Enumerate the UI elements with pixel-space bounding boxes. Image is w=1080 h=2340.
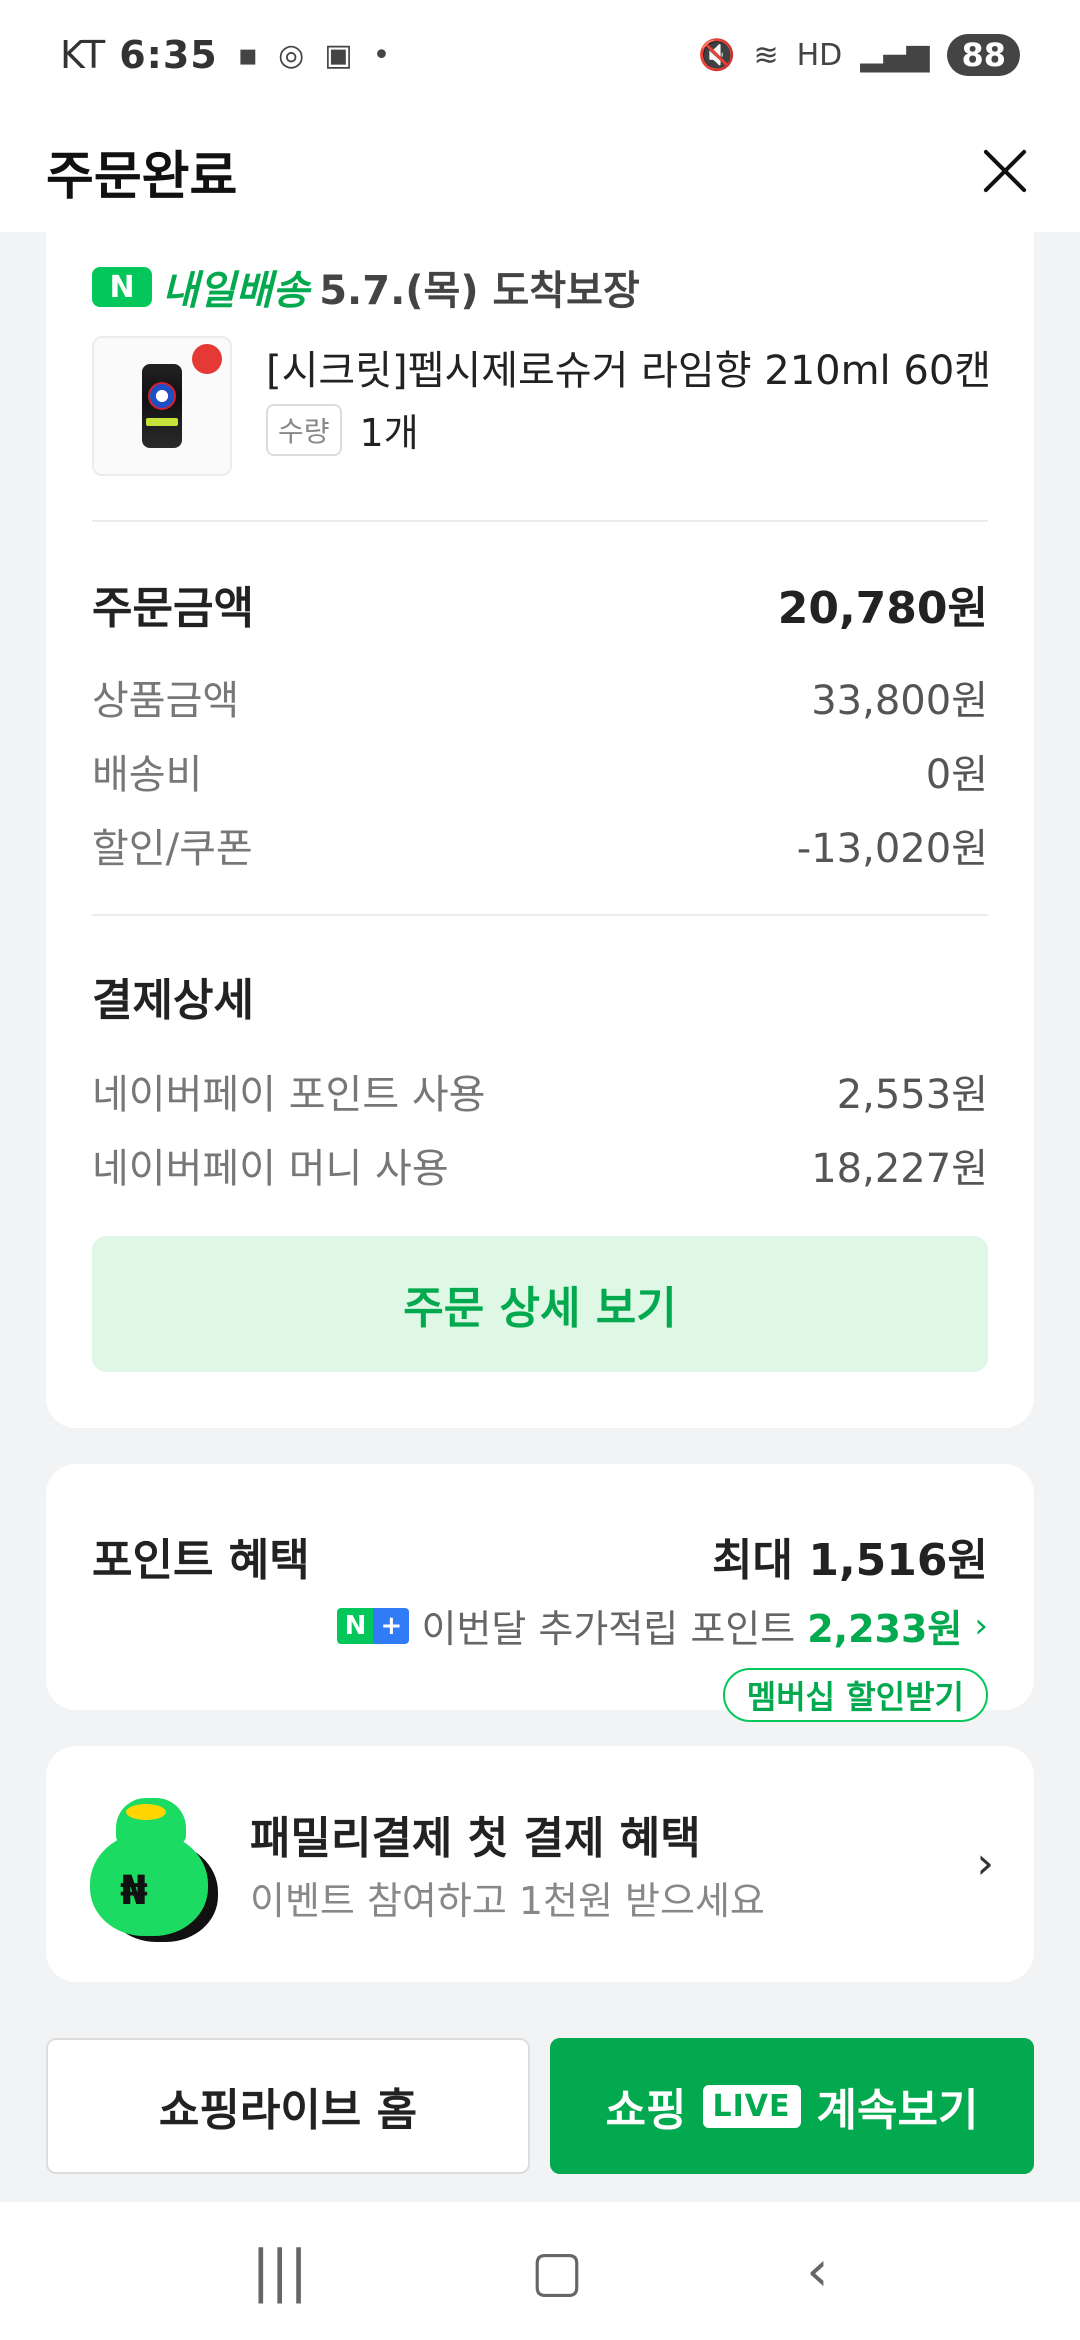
dot-icon: • <box>372 37 391 73</box>
status-left: KT 6:35 ▪ ◎ ▣ • <box>60 33 390 77</box>
membership-discount-button[interactable]: 멤버십 할인받기 <box>722 1668 988 1722</box>
close-button[interactable] <box>974 141 1034 201</box>
money-bag-icon: ₦ <box>90 1798 220 1936</box>
quantity-label: 수량 <box>266 403 342 456</box>
hd-icon: HD <box>796 37 843 73</box>
price-row-discount: 할인/쿠폰 -13,020원 <box>92 816 988 874</box>
payment-row-label: 네이버페이 포인트 사용 <box>92 1072 486 1118</box>
extra-points-label: 이번달 추가적립 포인트 <box>421 1607 796 1651</box>
page-title: 주문완료 <box>46 146 238 207</box>
chevron-right-icon: › <box>974 1605 988 1646</box>
product-thumbnail[interactable] <box>92 336 232 476</box>
app-notification-icon: ▣ <box>324 37 353 73</box>
delivery-truck-icon: N <box>92 267 152 307</box>
family-banner-subtitle: 이벤트 참여하고 1천원 받으세요 <box>250 1879 765 1923</box>
battery-indicator: 88 <box>947 34 1020 76</box>
recent-apps-icon[interactable]: ||| <box>251 2239 308 2304</box>
product-item[interactable]: [시크릿]펩시제로슈거 라임향 210ml 60캔 수량 1개 <box>92 336 992 476</box>
order-amount-row: 주문금액 20,780원 <box>92 572 988 636</box>
continue-live-button[interactable]: 쇼핑 LIVE 계속보기 <box>550 2038 1034 2174</box>
clock-time: 6:35 <box>119 33 218 77</box>
price-row-label: 배송비 <box>92 752 203 798</box>
extra-points-link[interactable]: N + 이번달 추가적립 포인트 2,233원 › <box>337 1598 988 1653</box>
money-bag-body <box>90 1832 208 1936</box>
secret-tag-icon <box>192 344 222 374</box>
delivery-date: 5.7.(목) 도착보장 <box>319 268 640 314</box>
delivery-label: 내일배송 <box>162 268 310 314</box>
naver-plus-icon: ▪ <box>237 37 259 73</box>
order-detail-button[interactable]: 주문 상세 보기 <box>92 1236 988 1372</box>
extra-points-amount: 2,233원 <box>807 1607 963 1651</box>
price-row-label: 상품금액 <box>92 678 240 724</box>
family-payment-banner[interactable]: ₦ 패밀리결제 첫 결제 혜택 이벤트 참여하고 1천원 받으세요 › <box>46 1746 1034 1982</box>
payment-row-value: 18,227원 <box>811 1146 988 1192</box>
family-banner-title: 패밀리결제 첫 결제 혜택 <box>250 1813 701 1864</box>
divider <box>92 914 988 916</box>
won-symbol-icon: ₦ <box>120 1868 148 1914</box>
live-prefix: 쇼핑 <box>605 2085 687 2136</box>
price-row-product: 상품금액 33,800원 <box>92 668 988 726</box>
carrier-label: KT <box>60 33 106 77</box>
payment-row-points: 네이버페이 포인트 사용 2,553원 <box>92 1062 988 1120</box>
points-title: 포인트 혜택 <box>92 1535 310 1586</box>
price-row-value: 33,800원 <box>811 678 988 724</box>
points-max-value: 최대 1,516원 <box>712 1535 988 1586</box>
live-suffix: 계속보기 <box>816 2085 979 2136</box>
payment-row-value: 2,553원 <box>836 1072 988 1118</box>
live-badge-icon: LIVE <box>702 2084 801 2128</box>
mute-icon: 🔇 <box>698 37 736 73</box>
home-icon[interactable]: ▢ <box>531 2239 584 2304</box>
quantity-row: 수량 1개 <box>266 402 419 457</box>
plus-icon: + <box>373 1607 410 1644</box>
payment-detail-header: 결제상세 <box>92 964 988 1028</box>
pepsi-can-image <box>142 364 182 448</box>
payment-row-label: 네이버페이 머니 사용 <box>92 1146 449 1192</box>
points-benefit-card: 포인트 혜택 최대 1,516원 N + 이번달 추가적립 포인트 2,233원… <box>46 1464 1034 1722</box>
back-icon[interactable]: ‹ <box>806 2239 828 2304</box>
payment-row-money: 네이버페이 머니 사용 18,227원 <box>92 1136 988 1194</box>
price-row-value: 0원 <box>925 752 988 798</box>
divider <box>92 520 988 522</box>
system-nav-bar: ||| ▢ ‹ <box>0 2202 1080 2340</box>
delivery-info: N 내일배송 5.7.(목) 도착보장 <box>92 258 640 316</box>
status-right: 🔇 ≋ HD ▂▄▆ 88 <box>698 34 1020 76</box>
price-row-label: 할인/쿠폰 <box>92 826 253 872</box>
wifi-icon: ≋ <box>753 37 779 73</box>
order-amount-label: 주문금액 <box>92 583 254 634</box>
chevron-right-icon: › <box>976 1838 994 1889</box>
instagram-icon: ◎ <box>278 37 305 73</box>
order-summary-card: N 내일배송 5.7.(목) 도착보장 [시크릿]펩시제로슈거 라임향 210m… <box>46 232 1034 1428</box>
signal-icon: ▂▄▆ <box>860 37 930 73</box>
status-bar: KT 6:35 ▪ ◎ ▣ • 🔇 ≋ HD ▂▄▆ 88 <box>0 0 1080 110</box>
product-name[interactable]: [시크릿]펩시제로슈거 라임향 210ml 60캔 <box>266 338 991 396</box>
page-header: 주문완료 <box>0 110 1080 232</box>
naver-plus-badge-icon: N + <box>337 1607 410 1644</box>
price-row-shipping: 배송비 0원 <box>92 742 988 800</box>
quantity-value: 1개 <box>359 411 419 455</box>
payment-detail-title: 결제상세 <box>92 975 254 1026</box>
coin-icon <box>126 1804 166 1820</box>
order-amount-value: 20,780원 <box>777 583 988 634</box>
naver-n-icon: N <box>337 1607 374 1644</box>
price-row-value: -13,020원 <box>796 826 988 872</box>
shopping-live-home-button[interactable]: 쇼핑라이브 홈 <box>46 2038 530 2174</box>
